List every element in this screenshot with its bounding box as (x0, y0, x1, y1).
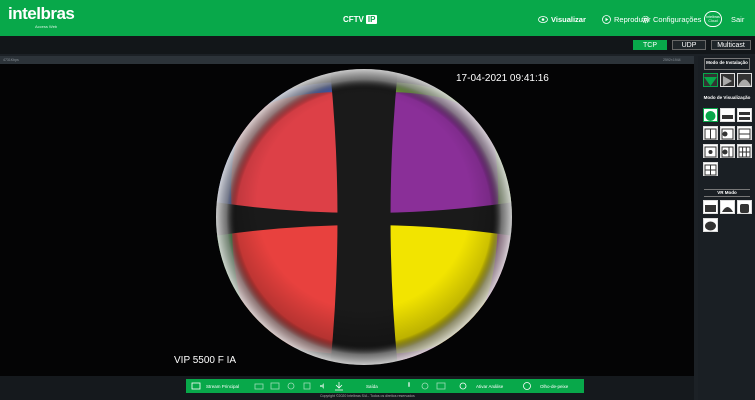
vr-sphere-icon (705, 221, 716, 231)
analytics-icon (459, 382, 467, 390)
multicast-button[interactable]: Multicast (711, 40, 751, 50)
vr-cylinder-icon (740, 204, 749, 213)
tcp-button[interactable]: TCP (633, 40, 667, 50)
one-plus-three-icon (704, 128, 717, 140)
udp-button[interactable]: UDP (672, 40, 706, 50)
tag-icon[interactable] (420, 381, 430, 391)
snapshot-icon[interactable] (254, 381, 264, 391)
fisheye-button[interactable]: Olho-de-peixe (540, 381, 568, 391)
one-plus-six-icon (738, 128, 751, 140)
view-mode-title: Modo de Visualização (703, 95, 751, 100)
camera-name-overlay: VIP 5500 F IA (174, 355, 237, 366)
vr-dome-button[interactable] (720, 200, 735, 214)
intelbras-logo: intelbras (8, 4, 75, 23)
output-button[interactable]: Saída (366, 381, 378, 391)
enable-analysis-button[interactable]: Ativar Análise (476, 381, 503, 391)
view-double-panorama-button[interactable] (737, 108, 752, 122)
ptz-icon[interactable] (302, 381, 312, 391)
main-stream-label: Stream Principal (206, 383, 240, 389)
double-panorama-icon (739, 112, 750, 120)
fisheye-icon (523, 382, 531, 390)
ip-tag: IP (365, 15, 378, 24)
vr-panorama-button[interactable] (703, 200, 718, 214)
udp-label: UDP (681, 41, 697, 49)
view-1p3-button[interactable] (703, 126, 718, 140)
nav-configuracoes-label: Configurações (653, 15, 702, 24)
vr-dome-icon (722, 207, 733, 212)
one-plus-four-icon (721, 128, 734, 140)
view-1p8-button[interactable] (703, 144, 718, 158)
vr-mode-title: VR Modo (704, 189, 750, 197)
one-plus-eight-icon (704, 146, 717, 158)
wall-mount-icon (723, 76, 732, 86)
view-original-button[interactable] (703, 108, 718, 122)
view-quad-button[interactable] (703, 162, 718, 176)
grid-icon (738, 146, 751, 158)
cloud-button[interactable]: Intelbras Cloud (704, 11, 722, 27)
zoom-icon[interactable] (286, 381, 296, 391)
gear-icon (641, 15, 650, 24)
quad-icon (704, 164, 717, 176)
sair-button[interactable]: Sair (731, 15, 744, 24)
vr-panorama-icon (705, 205, 716, 212)
view-grid-button[interactable] (737, 144, 752, 158)
enable-analysis-label: Ativar Análise (476, 383, 504, 389)
video-viewport[interactable] (0, 64, 694, 376)
fisheye-label: Olho-de-peixe (540, 383, 569, 389)
view-1p4-button[interactable] (720, 126, 735, 140)
vr-sphere-button[interactable] (703, 218, 718, 232)
top-bar: intelbras Access Web CFTV IP Visualizar R… (0, 0, 755, 36)
nav-visualizar-label: Visualizar (551, 15, 586, 24)
microphone-icon[interactable] (404, 381, 414, 391)
output-label: Saída (366, 383, 378, 389)
eye-icon (538, 16, 548, 23)
vr-cylinder-button[interactable] (737, 200, 752, 214)
view-2p-button[interactable] (720, 144, 735, 158)
video-timestamp: 17-04-2021 09:41:16 (456, 73, 549, 84)
panorama-icon (722, 115, 733, 119)
play-circle-icon (602, 15, 611, 24)
view-panorama-button[interactable] (720, 108, 735, 122)
multicast-label: Multicast (717, 41, 745, 49)
circle-view-icon (705, 111, 716, 121)
ceiling-mount-icon (704, 77, 717, 86)
copyright-text: Copyright ©2020 Intelbras S/A - Todos os… (320, 394, 415, 398)
resolution-readout: 2592×1944 (663, 58, 681, 62)
sair-label: Sair (731, 15, 745, 24)
main-stream-button[interactable]: Stream Principal (206, 381, 239, 391)
record-icon[interactable] (270, 381, 280, 391)
speaker-icon[interactable] (318, 381, 328, 391)
output-icon (335, 382, 343, 391)
ceiling-mount-button[interactable] (703, 73, 718, 87)
cftv-brand: CFTV IP (343, 15, 378, 24)
bitrate-readout: 4731Kbps (3, 58, 19, 62)
cloud-label: Intelbras Cloud (706, 15, 720, 23)
two-panel-icon (721, 146, 734, 158)
tcp-label: TCP (643, 41, 657, 49)
stream-info-strip: 4731Kbps 2592×1944 (0, 56, 694, 64)
stream-icon (191, 382, 201, 390)
install-mode-title: Modo de Instalação (704, 58, 750, 70)
nav-configuracoes[interactable]: Configurações (641, 15, 701, 24)
view-1p6-button[interactable] (737, 126, 752, 140)
ground-mount-icon (738, 79, 751, 86)
fullscreen-icon[interactable] (436, 381, 446, 391)
logo-subtitle: Access Web (35, 24, 58, 29)
nav-visualizar[interactable]: Visualizar (538, 15, 586, 24)
video-toolbar: Stream Principal Saída Ativar Análise Ol… (186, 379, 584, 393)
ground-mount-button[interactable] (737, 73, 752, 87)
fisheye-video-frame (216, 69, 512, 365)
wall-mount-button[interactable] (720, 73, 735, 87)
